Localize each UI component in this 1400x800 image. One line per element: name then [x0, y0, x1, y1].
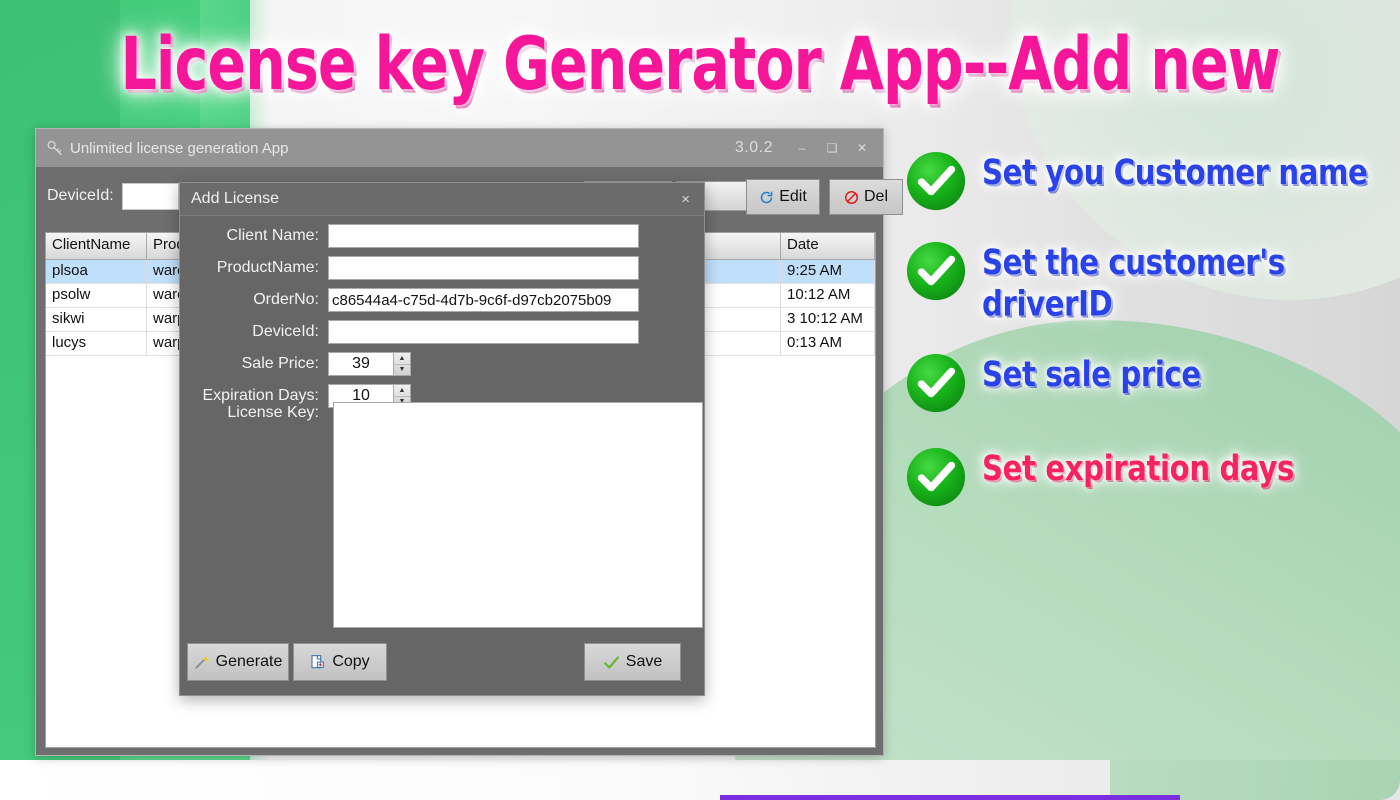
cell-date: 0:13 AM [781, 332, 875, 355]
copy-button[interactable]: Copy [293, 643, 387, 681]
cell-clientname: plsoa [46, 260, 147, 283]
callout-text: Set you Customer name [982, 152, 1368, 193]
dialog-close-icon[interactable]: × [675, 191, 696, 208]
order-no-label: OrderNo: [253, 291, 319, 308]
expiration-days-label: Expiration Days: [202, 387, 320, 404]
key-icon [47, 140, 62, 156]
cell-date: 10:12 AM [781, 284, 875, 307]
order-no-input[interactable]: c86544a4-c75d-4d7b-9c6f-d97cb2075b09 [328, 288, 639, 312]
window-titlebar: Unlimited license generation App 3.0.2 –… [36, 129, 883, 167]
sale-price-spin-buttons[interactable]: ▲ ▼ [394, 352, 411, 376]
deviceid-input[interactable] [121, 182, 179, 210]
cell-date: 3 10:12 AM [781, 308, 875, 331]
column-header-clientname[interactable]: ClientName [46, 233, 147, 260]
license-key-label: License Key: [227, 404, 319, 421]
purple-accent-bar [720, 795, 1180, 800]
expiration-spin-up-icon[interactable]: ▲ [394, 385, 410, 397]
refresh-circle-icon [760, 190, 773, 203]
field-row-client-name: Client Name: [180, 224, 704, 248]
field-row-order-no: OrderNo: c86544a4-c75d-4d7b-9c6f-d97cb20… [180, 288, 704, 312]
deviceid-label: DeviceId: [47, 187, 114, 204]
callout-customer-name: Set you Customer name [905, 148, 1400, 212]
dialog-titlebar: Add License × [180, 183, 704, 216]
cell-date: 9:25 AM [781, 260, 875, 283]
product-name-label: ProductName: [216, 259, 319, 276]
callout-text: Set sale price [982, 354, 1201, 395]
dialog-device-id-label: DeviceId: [252, 323, 319, 340]
sale-price-spin-down-icon[interactable]: ▼ [394, 365, 410, 376]
page-title: License key Generator App--Add new [120, 20, 1280, 107]
minimize-button[interactable]: – [787, 135, 817, 161]
license-key-textarea[interactable] [333, 402, 703, 628]
window-title-text: Unlimited license generation App [70, 139, 289, 157]
save-button-label: Save [625, 653, 663, 670]
sale-price-spin-up-icon[interactable]: ▲ [394, 353, 410, 365]
prohibition-icon [844, 190, 858, 204]
cell-clientname: psolw [46, 284, 147, 307]
cell-clientname: sikwi [46, 308, 147, 331]
green-check-circle-icon [906, 241, 966, 301]
edit-button-label: Edit [779, 188, 807, 205]
sale-price-input[interactable]: 39 [328, 352, 394, 376]
green-check-circle-icon [906, 353, 966, 413]
field-row-sale-price: Sale Price: 39 ▲ ▼ [180, 352, 704, 376]
callout-driver-id: Set the customer's driverID [905, 238, 1400, 324]
copy-document-icon [311, 655, 325, 669]
product-name-input[interactable] [328, 256, 639, 280]
bottom-green-strip [1110, 760, 1400, 800]
generate-button-label: Generate [215, 653, 283, 670]
client-name-input[interactable] [328, 224, 639, 248]
generate-button[interactable]: Generate [187, 643, 289, 681]
close-button[interactable]: ✕ [847, 135, 877, 161]
sale-price-stepper[interactable]: 39 ▲ ▼ [328, 352, 411, 376]
annotation-callouts: Set you Customer name Set the customer's… [905, 148, 1400, 534]
copy-button-label: Copy [332, 653, 370, 670]
app-window: Unlimited license generation App 3.0.2 –… [35, 128, 903, 756]
maximize-button[interactable]: ❑ [817, 135, 847, 161]
dialog-title-text: Add License [191, 190, 280, 207]
delete-button[interactable]: Del [829, 179, 903, 215]
callout-text: Set expiration days [982, 448, 1294, 489]
edit-button[interactable]: Edit [746, 179, 820, 215]
callout-expiration-days: Set expiration days [905, 444, 1400, 508]
magic-wand-icon [195, 656, 209, 669]
dialog-device-id-input[interactable] [328, 320, 639, 344]
callout-sale-price: Set sale price [905, 350, 1400, 414]
callout-text: Set the customer's driverID [982, 242, 1285, 325]
add-license-dialog: Add License × Client Name: ProductName: … [179, 182, 705, 696]
green-check-icon [603, 655, 619, 669]
version-label: 3.0.2 [734, 139, 773, 156]
delete-button-label: Del [863, 188, 888, 205]
client-name-label: Client Name: [226, 227, 319, 244]
save-button[interactable]: Save [584, 643, 681, 681]
cell-clientname: lucys [46, 332, 147, 355]
column-header-date[interactable]: Date [781, 233, 875, 260]
green-check-circle-icon [906, 151, 966, 211]
field-row-product-name: ProductName: [180, 256, 704, 280]
sale-price-label: Sale Price: [241, 355, 319, 372]
green-check-circle-icon [906, 447, 966, 507]
field-row-device-id: DeviceId: [180, 320, 704, 344]
